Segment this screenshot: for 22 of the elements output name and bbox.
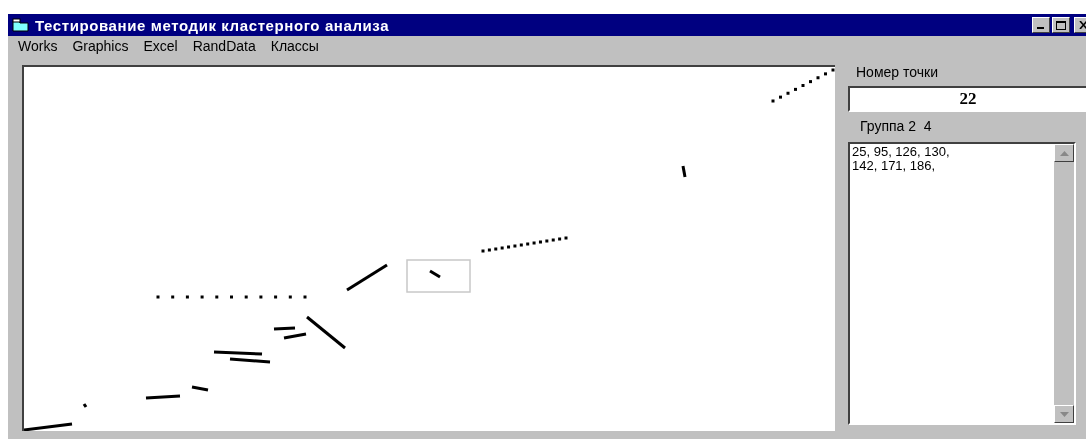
window-title: Тестирование методик кластерного анализа	[35, 16, 391, 34]
group-label: Группа 2 4	[860, 118, 932, 134]
close-icon	[1078, 21, 1086, 29]
menu-item[interactable]: Works	[12, 38, 67, 57]
scroll-down-button[interactable]	[1054, 405, 1074, 423]
point-number-label: Номер точки	[856, 64, 938, 80]
scrollbar[interactable]	[1054, 144, 1074, 423]
menu-item[interactable]: RandData	[186, 38, 265, 57]
menu-item[interactable]: Excel	[137, 38, 187, 57]
list-text: 142, 171, 186,	[852, 159, 937, 173]
point-number-field[interactable]: 22	[848, 86, 1086, 112]
up-arrow-icon	[1059, 150, 1069, 156]
list-text: 25, 95, 126, 130,	[852, 145, 951, 159]
menu-item[interactable]: Классы	[264, 38, 328, 57]
folder-icon	[12, 18, 30, 32]
maximize-button[interactable]	[1052, 17, 1070, 33]
down-arrow-icon	[1059, 411, 1069, 417]
menu-item[interactable]: Graphics	[66, 38, 138, 57]
maximize-icon	[1056, 20, 1066, 30]
scroll-up-button[interactable]	[1054, 144, 1074, 162]
minimize-button[interactable]	[1032, 17, 1050, 33]
members-list[interactable]: 25, 95, 126, 130, 142, 171, 186,	[848, 142, 1076, 425]
